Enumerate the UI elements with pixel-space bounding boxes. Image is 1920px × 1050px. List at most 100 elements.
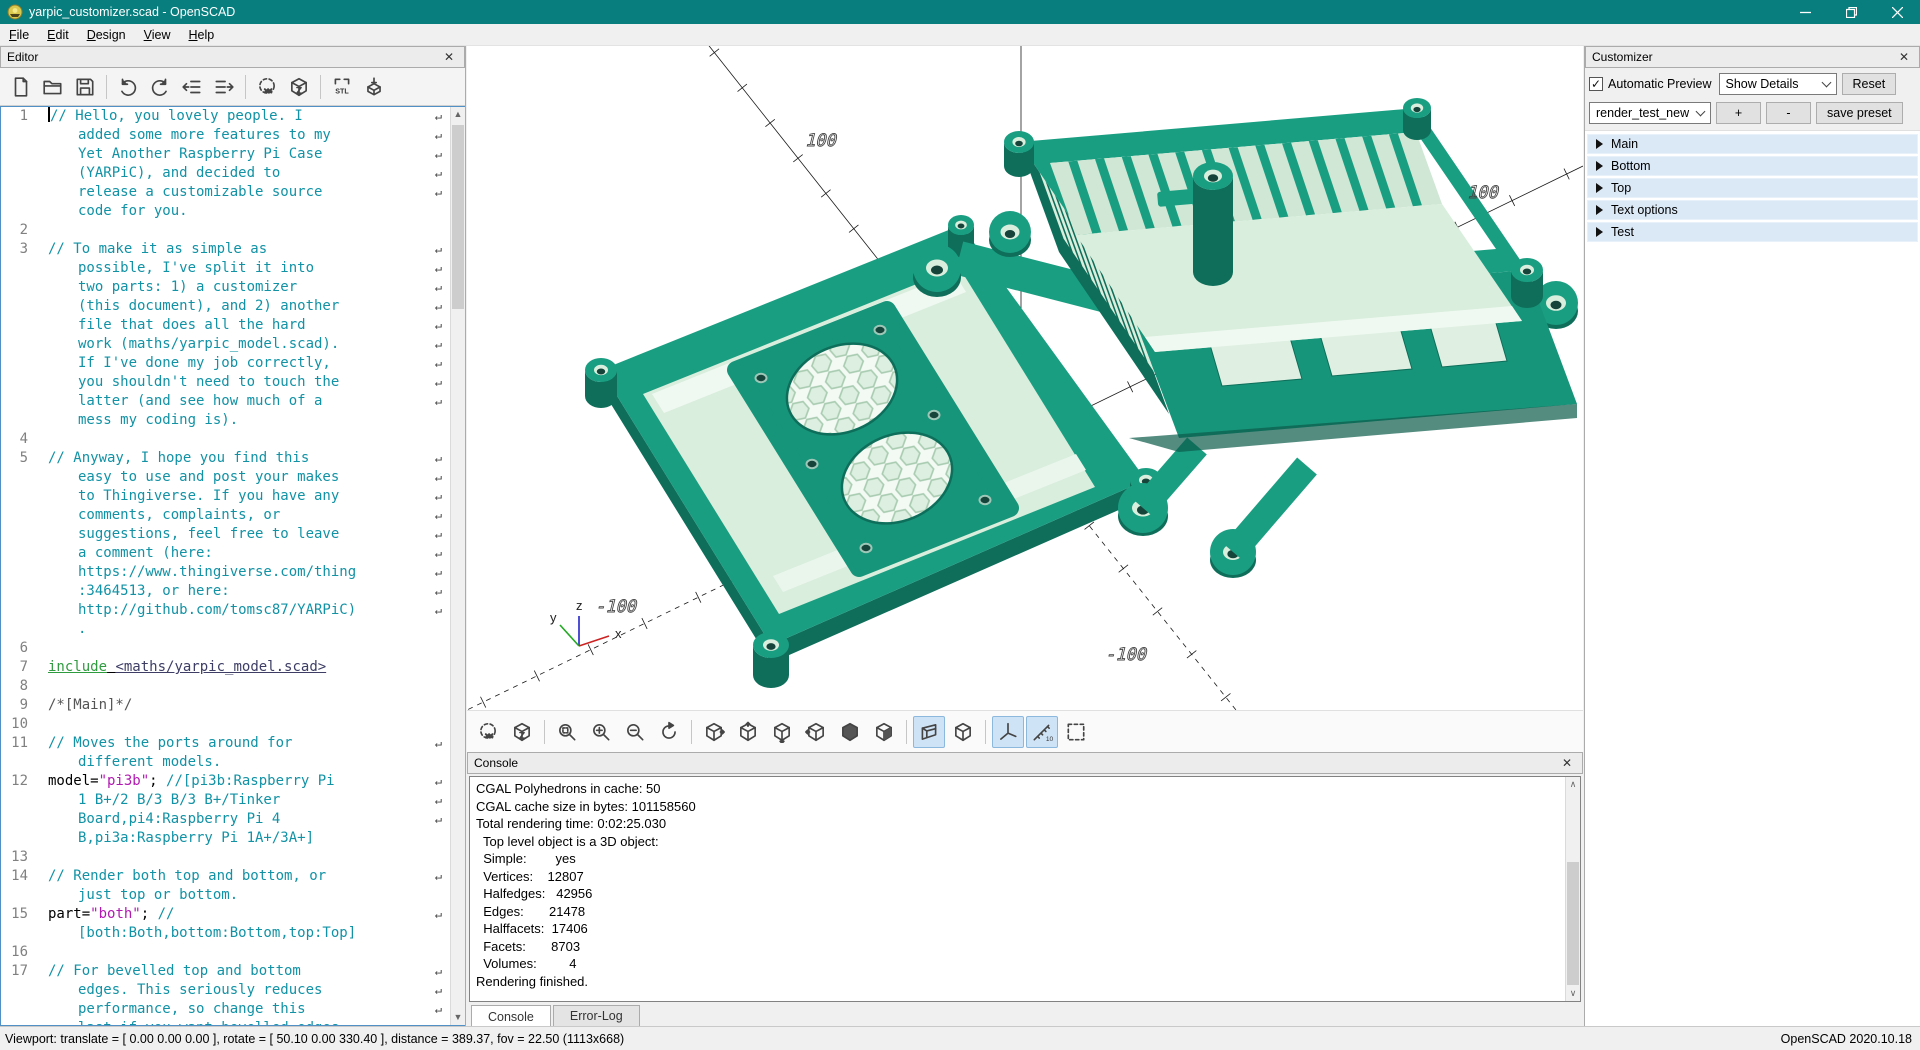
print-button[interactable] (359, 72, 389, 102)
editor-close-icon[interactable]: ✕ (440, 50, 458, 64)
scroll-down-icon[interactable]: ▼ (451, 1010, 465, 1025)
code-line[interactable]: 17// For bevelled top and bottom↵ (1, 962, 464, 981)
close-button[interactable] (1874, 0, 1920, 24)
reset-view-button[interactable] (653, 716, 685, 748)
3d-viewport[interactable]: 100100-100-100 z y x (467, 46, 1583, 710)
render-button[interactable] (284, 72, 314, 102)
reset-button[interactable]: Reset (1842, 73, 1897, 95)
view-bottom-button[interactable] (766, 716, 798, 748)
menu-view[interactable]: View (135, 26, 180, 44)
code-line[interactable]: 5// Anyway, I hope you find this↵ (1, 449, 464, 468)
code-line[interactable]: you shouldn't need to touch the↵ (1, 373, 464, 392)
save-button[interactable] (70, 72, 100, 102)
code-line[interactable]: suggestions, feel free to leave↵ (1, 525, 464, 544)
render-button[interactable] (506, 716, 538, 748)
section-text-options[interactable]: Text options (1587, 200, 1918, 220)
code-line[interactable]: just top or bottom. (1, 886, 464, 905)
code-line[interactable]: code for you. (1, 202, 464, 221)
code-line[interactable]: comments, complaints, or↵ (1, 506, 464, 525)
console-header[interactable]: Console ✕ (467, 752, 1583, 774)
code-line[interactable]: performance, so change this↵ (1, 1000, 464, 1019)
scrollbar-thumb[interactable] (452, 125, 464, 309)
code-line[interactable]: B,pi3a:Raspberry Pi 1A+/3A+] (1, 829, 464, 848)
code-line[interactable]: 9/*[Main]*/ (1, 696, 464, 715)
redo-button[interactable] (145, 72, 175, 102)
code-line[interactable]: 10 (1, 715, 464, 734)
code-line[interactable]: Board,pi4:Raspberry Pi 4↵ (1, 810, 464, 829)
code-line[interactable]: 1// Hello, you lovely people. I↵ (1, 107, 464, 126)
code-line[interactable]: different models. (1, 753, 464, 772)
code-line[interactable]: added some more features to my↵ (1, 126, 464, 145)
code-line[interactable]: 14// Render both top and bottom, or↵ (1, 867, 464, 886)
code-line[interactable]: latter (and see how much of a↵ (1, 392, 464, 411)
code-line[interactable]: 3// To make it as simple as↵ (1, 240, 464, 259)
section-top[interactable]: Top (1587, 178, 1918, 198)
code-line[interactable]: to Thingiverse. If you have any↵ (1, 487, 464, 506)
code-line[interactable]: 8 (1, 677, 464, 696)
code-line[interactable]: 7include <maths/yarpic_model.scad> (1, 658, 464, 677)
perspective-button[interactable] (913, 716, 945, 748)
scroll-down-icon[interactable]: ∨ (1566, 986, 1580, 1001)
undo-button[interactable] (113, 72, 143, 102)
scrollbar-thumb[interactable] (1567, 862, 1579, 985)
zoom-out-button[interactable] (619, 716, 651, 748)
editor-header[interactable]: Editor ✕ (0, 46, 465, 68)
menu-design[interactable]: Design (78, 26, 135, 44)
zoom-in-button[interactable] (585, 716, 617, 748)
view-left-button[interactable] (800, 716, 832, 748)
scroll-up-icon[interactable]: ▲ (451, 107, 465, 122)
editor-scrollbar[interactable]: ▲ ▼ (450, 107, 465, 1025)
view-top-button[interactable] (732, 716, 764, 748)
code-line[interactable]: a comment (here:↵ (1, 544, 464, 563)
unindent-button[interactable] (177, 72, 207, 102)
code-line[interactable]: 11// Moves the ports around for↵ (1, 734, 464, 753)
remove-preset-button[interactable]: - (1766, 102, 1811, 124)
preset-dropdown[interactable]: render_test_new (1589, 102, 1711, 124)
code-line[interactable]: [both:Both,bottom:Bottom,top:Top] (1, 924, 464, 943)
view-right-button[interactable] (698, 716, 730, 748)
view-back-button[interactable] (834, 716, 866, 748)
code-line[interactable]: http://github.com/tomsc87/YARPiC)↵ (1, 601, 464, 620)
tab-error-log[interactable]: Error-Log (553, 1005, 640, 1026)
automatic-preview-checkbox[interactable]: ✓ (1589, 77, 1603, 91)
code-line[interactable]: (YARPiC), and decided to↵ (1, 164, 464, 183)
orthographic-button[interactable] (947, 716, 979, 748)
code-line[interactable]: work (maths/yarpic_model.scad).↵ (1, 335, 464, 354)
zoom-all-button[interactable] (551, 716, 583, 748)
code-line[interactable]: release a customizable source↵ (1, 183, 464, 202)
code-line[interactable]: file that does all the hard↵ (1, 316, 464, 335)
customizer-close-icon[interactable]: ✕ (1895, 50, 1913, 64)
open-button[interactable] (38, 72, 68, 102)
code-line[interactable]: 2 (1, 221, 464, 240)
section-bottom[interactable]: Bottom (1587, 156, 1918, 176)
code-line[interactable]: mess my coding is). (1, 411, 464, 430)
menu-help[interactable]: Help (180, 26, 224, 44)
details-dropdown[interactable]: Show Details (1719, 73, 1837, 95)
code-line[interactable]: easy to use and post your makes↵ (1, 468, 464, 487)
code-line[interactable]: 4 (1, 430, 464, 449)
code-line[interactable]: last if you want bevelled edges.↵ (1, 1019, 464, 1026)
scroll-up-icon[interactable]: ∧ (1566, 777, 1580, 792)
menu-edit[interactable]: Edit (38, 26, 78, 44)
code-line[interactable]: Yet Another Raspberry Pi Case↵ (1, 145, 464, 164)
save-preset-button[interactable]: save preset (1816, 102, 1903, 124)
code-line[interactable]: 1 B+/2 B/3 B/3 B+/Tinker↵ (1, 791, 464, 810)
code-line[interactable]: 13 (1, 848, 464, 867)
titlebar[interactable]: yarpic_customizer.scad - OpenSCAD (0, 0, 1920, 24)
tab-console[interactable]: Console (471, 1005, 551, 1027)
code-line[interactable]: :3464513, or here:↵ (1, 582, 464, 601)
code-editor[interactable]: 1// Hello, you lovely people. I↵added so… (0, 106, 465, 1026)
code-line[interactable]: 15part="both"; //↵ (1, 905, 464, 924)
new-file-button[interactable] (6, 72, 36, 102)
code-line[interactable]: 16 (1, 943, 464, 962)
console-output[interactable]: CGAL Polyhedrons in cache: 50CGAL cache … (469, 776, 1581, 1002)
export-stl-button[interactable]: STL (327, 72, 357, 102)
code-line[interactable]: edges. This seriously reduces↵ (1, 981, 464, 1000)
code-line[interactable]: https://www.thingiverse.com/thing↵ (1, 563, 464, 582)
console-scrollbar[interactable]: ∧ ∨ (1565, 777, 1580, 1001)
section-main[interactable]: Main (1587, 134, 1918, 154)
minimize-button[interactable] (1782, 0, 1828, 24)
view-all-button[interactable] (1060, 716, 1092, 748)
console-close-icon[interactable]: ✕ (1558, 756, 1576, 770)
preview-button[interactable] (472, 716, 504, 748)
